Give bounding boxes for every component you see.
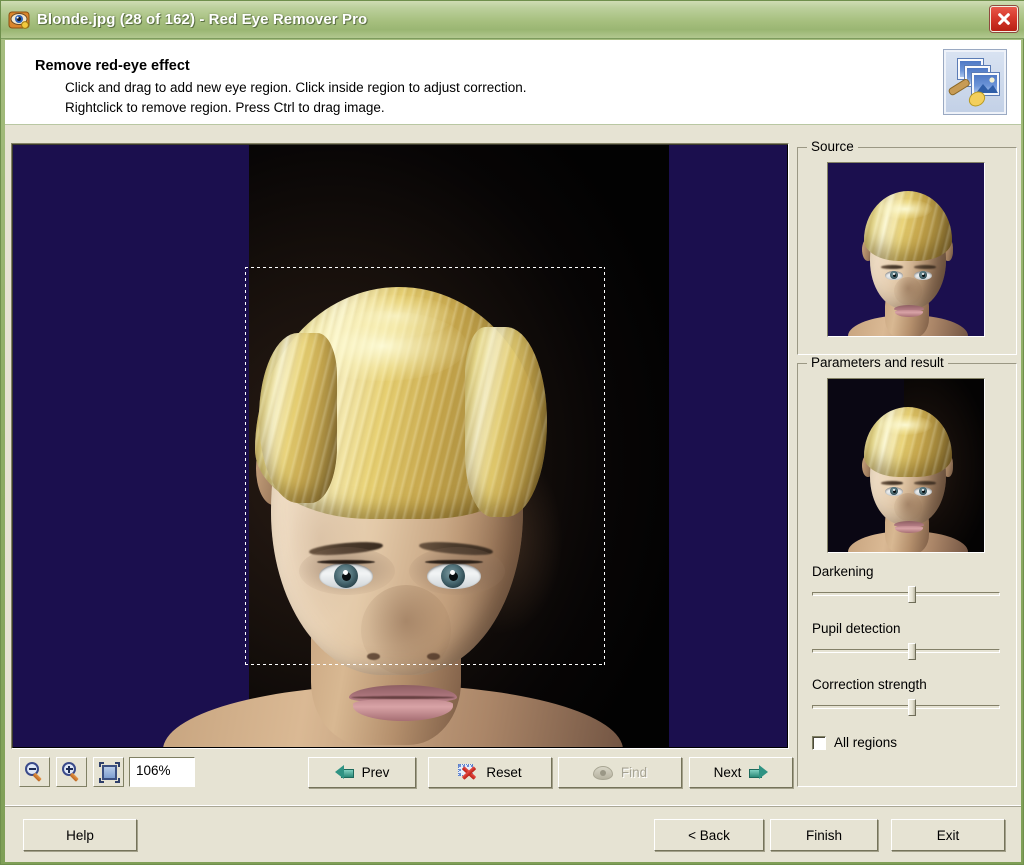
source-panel: Source	[797, 139, 1017, 355]
exit-button-label: Exit	[936, 827, 960, 843]
slider-track	[812, 705, 1000, 709]
zoom-in-icon[interactable]	[56, 757, 87, 787]
instruction-header: Remove red-eye effect Click and drag to …	[5, 40, 1021, 125]
all-regions-label: All regions	[834, 735, 898, 750]
back-button-label: < Back	[688, 827, 730, 843]
prev-button[interactable]: Prev	[308, 757, 416, 788]
parameters-result-panel-label: Parameters and result	[807, 355, 948, 370]
close-icon[interactable]	[990, 6, 1018, 32]
all-regions-checkbox[interactable]	[812, 735, 826, 750]
slider-darkening[interactable]	[812, 586, 1000, 604]
image-canvas-frame	[11, 143, 789, 749]
slider-label-darkening: Darkening	[812, 564, 874, 579]
all-regions-row[interactable]: All regions	[812, 735, 897, 750]
canvas-toolbar: 106% Prev Reset Find Next	[11, 757, 793, 795]
photo-stack-brush-icon	[943, 49, 1007, 115]
slider-pupil-detection[interactable]	[812, 643, 1000, 661]
help-button[interactable]: Help	[23, 819, 137, 851]
arrow-right-icon	[749, 765, 769, 780]
red-eye-app-icon	[8, 9, 30, 31]
slider-track	[812, 649, 1000, 653]
prev-button-label: Prev	[361, 765, 390, 780]
back-button[interactable]: < Back	[654, 819, 764, 851]
slider-correction-strength[interactable]	[812, 699, 1000, 717]
footer-bar: Help < Back Finish Exit	[5, 805, 1021, 862]
source-panel-label: Source	[807, 139, 858, 154]
window-title: Blonde.jpg (28 of 162) - Red Eye Remover…	[37, 11, 368, 28]
image-canvas[interactable]	[13, 145, 787, 747]
reset-button[interactable]: Reset	[428, 757, 552, 788]
reset-button-label: Reset	[486, 765, 522, 780]
find-button-label: Find	[620, 765, 648, 780]
help-button-label: Help	[66, 827, 94, 843]
title-bar: Blonde.jpg (28 of 162) - Red Eye Remover…	[1, 1, 1024, 39]
portrait-photo	[13, 145, 787, 747]
instruction-line-1: Click and drag to add new eye region. Cl…	[65, 80, 527, 95]
reset-region-icon	[458, 764, 478, 781]
left-eye	[319, 563, 373, 589]
eye-find-icon	[592, 765, 613, 780]
slider-thumb[interactable]	[908, 699, 916, 716]
instruction-line-2: Rightclick to remove region. Press Ctrl …	[65, 100, 385, 115]
next-button[interactable]: Next	[689, 757, 793, 788]
main-body: 106% Prev Reset Find Next Source Paramet…	[5, 125, 1021, 805]
slider-label-pupil-detection: Pupil detection	[812, 621, 901, 636]
application-window: Blonde.jpg (28 of 162) - Red Eye Remover…	[0, 0, 1024, 865]
source-thumbnail	[827, 162, 985, 337]
finish-button-label: Finish	[805, 827, 842, 843]
result-thumbnail	[827, 378, 985, 553]
fit-to-window-icon[interactable]	[93, 757, 124, 787]
page-title: Remove red-eye effect	[35, 58, 190, 74]
arrow-left-icon	[334, 765, 354, 780]
find-button[interactable]: Find	[558, 757, 682, 788]
slider-thumb[interactable]	[908, 586, 916, 603]
right-eye	[427, 563, 481, 589]
exit-button[interactable]: Exit	[891, 819, 1005, 851]
parameters-result-panel: Parameters and result Darkening Pupil de…	[797, 355, 1017, 787]
zoom-out-icon[interactable]	[19, 757, 50, 787]
slider-thumb[interactable]	[908, 643, 916, 660]
next-button-label: Next	[713, 765, 742, 780]
slider-label-correction-strength: Correction strength	[812, 677, 927, 692]
slider-track	[812, 592, 1000, 596]
zoom-input[interactable]: 106%	[129, 757, 195, 787]
finish-button[interactable]: Finish	[770, 819, 878, 851]
